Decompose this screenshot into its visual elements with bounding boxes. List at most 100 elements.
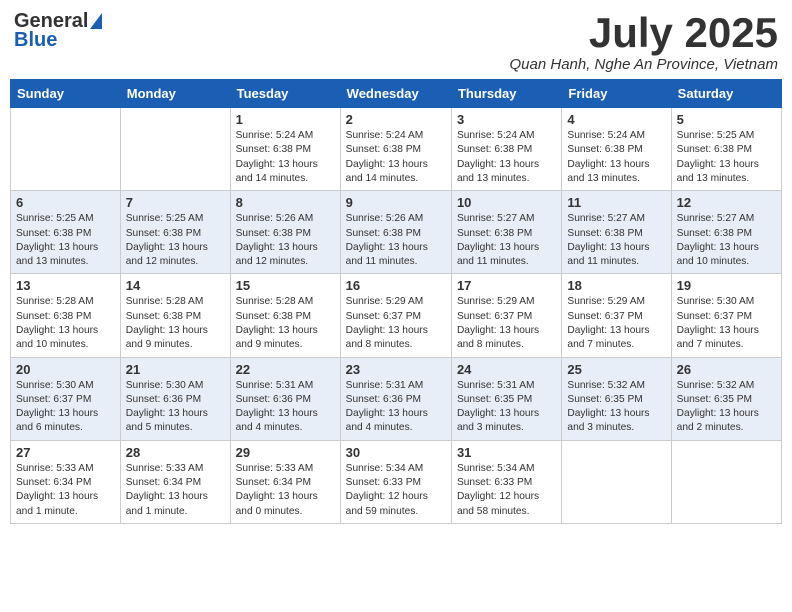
day-number: 23 bbox=[346, 362, 446, 377]
table-row: 12 Sunrise: 5:27 AM Sunset: 6:38 PM Dayli… bbox=[671, 191, 781, 274]
table-row bbox=[120, 108, 230, 191]
day-info: Sunrise: 5:27 AM Sunset: 6:38 PM Dayligh… bbox=[457, 212, 556, 269]
day-info: Sunrise: 5:27 AM Sunset: 6:38 PM Dayligh… bbox=[677, 212, 776, 269]
table-row bbox=[671, 440, 781, 523]
day-info: Sunrise: 5:33 AM Sunset: 6:34 PM Dayligh… bbox=[126, 462, 225, 519]
day-info: Sunrise: 5:29 AM Sunset: 6:37 PM Dayligh… bbox=[457, 295, 556, 352]
day-number: 10 bbox=[457, 195, 556, 210]
day-info: Sunrise: 5:32 AM Sunset: 6:35 PM Dayligh… bbox=[567, 379, 665, 436]
table-row: 24 Sunrise: 5:31 AM Sunset: 6:35 PM Dayli… bbox=[451, 357, 561, 440]
day-info: Sunrise: 5:34 AM Sunset: 6:33 PM Dayligh… bbox=[346, 462, 446, 519]
header-monday: Monday bbox=[120, 80, 230, 108]
calendar-week-row: 20 Sunrise: 5:30 AM Sunset: 6:37 PM Dayli… bbox=[11, 357, 782, 440]
day-info: Sunrise: 5:33 AM Sunset: 6:34 PM Dayligh… bbox=[16, 462, 115, 519]
day-info: Sunrise: 5:24 AM Sunset: 6:38 PM Dayligh… bbox=[236, 129, 335, 186]
day-number: 25 bbox=[567, 362, 665, 377]
header-saturday: Saturday bbox=[671, 80, 781, 108]
day-number: 4 bbox=[567, 112, 665, 127]
day-number: 17 bbox=[457, 278, 556, 293]
table-row: 25 Sunrise: 5:32 AM Sunset: 6:35 PM Dayli… bbox=[562, 357, 671, 440]
day-number: 15 bbox=[236, 278, 335, 293]
table-row: 31 Sunrise: 5:34 AM Sunset: 6:33 PM Dayli… bbox=[451, 440, 561, 523]
day-info: Sunrise: 5:31 AM Sunset: 6:36 PM Dayligh… bbox=[236, 379, 335, 436]
day-number: 26 bbox=[677, 362, 776, 377]
table-row: 3Sunrise: 5:24 AM Sunset: 6:38 PM Daylig… bbox=[451, 108, 561, 191]
day-number: 22 bbox=[236, 362, 335, 377]
table-row bbox=[11, 108, 121, 191]
day-number: 29 bbox=[236, 445, 335, 460]
day-info: Sunrise: 5:25 AM Sunset: 6:38 PM Dayligh… bbox=[16, 212, 115, 269]
table-row: 23 Sunrise: 5:31 AM Sunset: 6:36 PM Dayli… bbox=[340, 357, 451, 440]
table-row: 15Sunrise: 5:28 AM Sunset: 6:38 PM Dayli… bbox=[230, 274, 340, 357]
table-row: 29 Sunrise: 5:33 AM Sunset: 6:34 PM Dayli… bbox=[230, 440, 340, 523]
table-row: 6 Sunrise: 5:25 AM Sunset: 6:38 PM Daylig… bbox=[11, 191, 121, 274]
day-number: 30 bbox=[346, 445, 446, 460]
day-number: 8 bbox=[236, 195, 335, 210]
day-info: Sunrise: 5:28 AM Sunset: 6:38 PM Dayligh… bbox=[16, 295, 115, 352]
title-block: July 2025 Quan Hanh, Nghe An Province, V… bbox=[510, 10, 779, 73]
day-number: 18 bbox=[567, 278, 665, 293]
calendar-week-row: 6 Sunrise: 5:25 AM Sunset: 6:38 PM Daylig… bbox=[11, 191, 782, 274]
table-row: 8 Sunrise: 5:26 AM Sunset: 6:38 PM Daylig… bbox=[230, 191, 340, 274]
header-tuesday: Tuesday bbox=[230, 80, 340, 108]
day-info: Sunrise: 5:29 AM Sunset: 6:37 PM Dayligh… bbox=[567, 295, 665, 352]
day-info: Sunrise: 5:27 AM Sunset: 6:38 PM Dayligh… bbox=[567, 212, 665, 269]
calendar-title: July 2025 bbox=[510, 10, 779, 56]
day-info: Sunrise: 5:30 AM Sunset: 6:36 PM Dayligh… bbox=[126, 379, 225, 436]
table-row: 20 Sunrise: 5:30 AM Sunset: 6:37 PM Dayli… bbox=[11, 357, 121, 440]
day-number: 11 bbox=[567, 195, 665, 210]
table-row: 1Sunrise: 5:24 AM Sunset: 6:38 PM Daylig… bbox=[230, 108, 340, 191]
day-number: 27 bbox=[16, 445, 115, 460]
day-number: 6 bbox=[16, 195, 115, 210]
header-wednesday: Wednesday bbox=[340, 80, 451, 108]
day-info: Sunrise: 5:24 AM Sunset: 6:38 PM Dayligh… bbox=[567, 129, 665, 186]
calendar-table: Sunday Monday Tuesday Wednesday Thursday… bbox=[10, 79, 782, 524]
day-info: Sunrise: 5:26 AM Sunset: 6:38 PM Dayligh… bbox=[236, 212, 335, 269]
logo-triangle bbox=[90, 13, 102, 29]
table-row: 10 Sunrise: 5:27 AM Sunset: 6:38 PM Dayli… bbox=[451, 191, 561, 274]
day-number: 12 bbox=[677, 195, 776, 210]
day-info: Sunrise: 5:33 AM Sunset: 6:34 PM Dayligh… bbox=[236, 462, 335, 519]
calendar-week-row: 1Sunrise: 5:24 AM Sunset: 6:38 PM Daylig… bbox=[11, 108, 782, 191]
day-number: 20 bbox=[16, 362, 115, 377]
table-row: 7Sunrise: 5:25 AM Sunset: 6:38 PM Daylig… bbox=[120, 191, 230, 274]
day-info: Sunrise: 5:26 AM Sunset: 6:38 PM Dayligh… bbox=[346, 212, 446, 269]
day-info: Sunrise: 5:31 AM Sunset: 6:36 PM Dayligh… bbox=[346, 379, 446, 436]
table-row: 19Sunrise: 5:30 AM Sunset: 6:37 PM Dayli… bbox=[671, 274, 781, 357]
table-row: 30 Sunrise: 5:34 AM Sunset: 6:33 PM Dayli… bbox=[340, 440, 451, 523]
day-number: 21 bbox=[126, 362, 225, 377]
day-info: Sunrise: 5:24 AM Sunset: 6:38 PM Dayligh… bbox=[457, 129, 556, 186]
day-number: 31 bbox=[457, 445, 556, 460]
day-number: 13 bbox=[16, 278, 115, 293]
calendar-week-row: 13 Sunrise: 5:28 AM Sunset: 6:38 PM Dayli… bbox=[11, 274, 782, 357]
day-info: Sunrise: 5:34 AM Sunset: 6:33 PM Dayligh… bbox=[457, 462, 556, 519]
table-row: 27 Sunrise: 5:33 AM Sunset: 6:34 PM Dayli… bbox=[11, 440, 121, 523]
table-row bbox=[562, 440, 671, 523]
table-row: 26 Sunrise: 5:32 AM Sunset: 6:35 PM Dayli… bbox=[671, 357, 781, 440]
table-row: 14Sunrise: 5:28 AM Sunset: 6:38 PM Dayli… bbox=[120, 274, 230, 357]
day-info: Sunrise: 5:28 AM Sunset: 6:38 PM Dayligh… bbox=[126, 295, 225, 352]
header-friday: Friday bbox=[562, 80, 671, 108]
table-row: 18 Sunrise: 5:29 AM Sunset: 6:37 PM Dayli… bbox=[562, 274, 671, 357]
day-number: 19 bbox=[677, 278, 776, 293]
day-info: Sunrise: 5:25 AM Sunset: 6:38 PM Dayligh… bbox=[126, 212, 225, 269]
header-sunday: Sunday bbox=[11, 80, 121, 108]
table-row: 4 Sunrise: 5:24 AM Sunset: 6:38 PM Daylig… bbox=[562, 108, 671, 191]
day-info: Sunrise: 5:30 AM Sunset: 6:37 PM Dayligh… bbox=[16, 379, 115, 436]
day-info: Sunrise: 5:32 AM Sunset: 6:35 PM Dayligh… bbox=[677, 379, 776, 436]
day-number: 24 bbox=[457, 362, 556, 377]
calendar-subtitle: Quan Hanh, Nghe An Province, Vietnam bbox=[510, 56, 779, 73]
day-info: Sunrise: 5:25 AM Sunset: 6:38 PM Dayligh… bbox=[677, 129, 776, 186]
table-row: 21 Sunrise: 5:30 AM Sunset: 6:36 PM Dayli… bbox=[120, 357, 230, 440]
table-row: 13 Sunrise: 5:28 AM Sunset: 6:38 PM Dayli… bbox=[11, 274, 121, 357]
day-number: 5 bbox=[677, 112, 776, 127]
table-row: 16Sunrise: 5:29 AM Sunset: 6:37 PM Dayli… bbox=[340, 274, 451, 357]
calendar-header-row: Sunday Monday Tuesday Wednesday Thursday… bbox=[11, 80, 782, 108]
day-info: Sunrise: 5:24 AM Sunset: 6:38 PM Dayligh… bbox=[346, 129, 446, 186]
day-number: 16 bbox=[346, 278, 446, 293]
day-number: 9 bbox=[346, 195, 446, 210]
logo: General Blue bbox=[14, 10, 102, 52]
calendar-week-row: 27 Sunrise: 5:33 AM Sunset: 6:34 PM Dayli… bbox=[11, 440, 782, 523]
day-info: Sunrise: 5:31 AM Sunset: 6:35 PM Dayligh… bbox=[457, 379, 556, 436]
table-row: 11 Sunrise: 5:27 AM Sunset: 6:38 PM Dayli… bbox=[562, 191, 671, 274]
